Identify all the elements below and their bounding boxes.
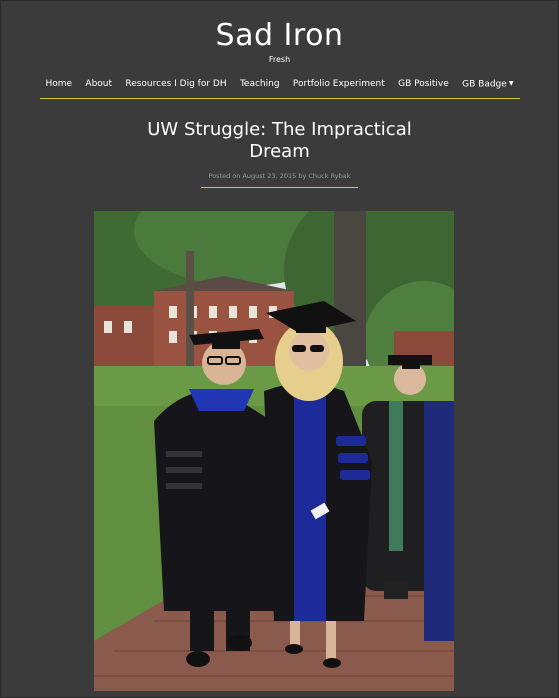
- main-navigation: Home About Resources I Dig for DH Teachi…: [39, 77, 520, 99]
- nav-item-gb-badge[interactable]: GB Badge ▼: [462, 77, 513, 92]
- post-author-link[interactable]: Chuck Rybak: [308, 172, 350, 180]
- nav-item-gb-badge-label: GB Badge: [462, 79, 507, 90]
- post-meta: Posted on August 23, 2015 by Chuck Rybak: [200, 171, 359, 188]
- nav-item-resources[interactable]: Resources I Dig for DH: [125, 77, 226, 91]
- site-header: Sad Iron Fresh: [1, 1, 558, 65]
- nav-item-home[interactable]: Home: [46, 77, 73, 91]
- post-photo: [94, 211, 454, 691]
- post-meta-by: by: [298, 171, 307, 180]
- caret-down-icon: ▼: [508, 80, 514, 87]
- graduation-photo-illustration: [94, 211, 454, 691]
- site-tagline: Fresh: [268, 55, 291, 64]
- nav-item-about[interactable]: About: [85, 77, 112, 91]
- post-header: UW Struggle: The Impractical Dream Poste…: [1, 119, 558, 188]
- nav-item-teaching[interactable]: Teaching: [240, 77, 280, 91]
- post-meta-prefix: Posted on: [208, 171, 241, 180]
- post-title: UW Struggle: The Impractical Dream: [147, 118, 412, 162]
- nav-item-portfolio-experiment[interactable]: Portfolio Experiment: [293, 77, 385, 91]
- post-date-link[interactable]: August 23, 2015: [242, 172, 296, 180]
- site-title-link[interactable]: Sad Iron: [216, 19, 344, 53]
- page: Sad Iron Fresh Home About Resources I Di…: [0, 0, 559, 698]
- nav-item-gb-positive[interactable]: GB Positive: [398, 77, 449, 91]
